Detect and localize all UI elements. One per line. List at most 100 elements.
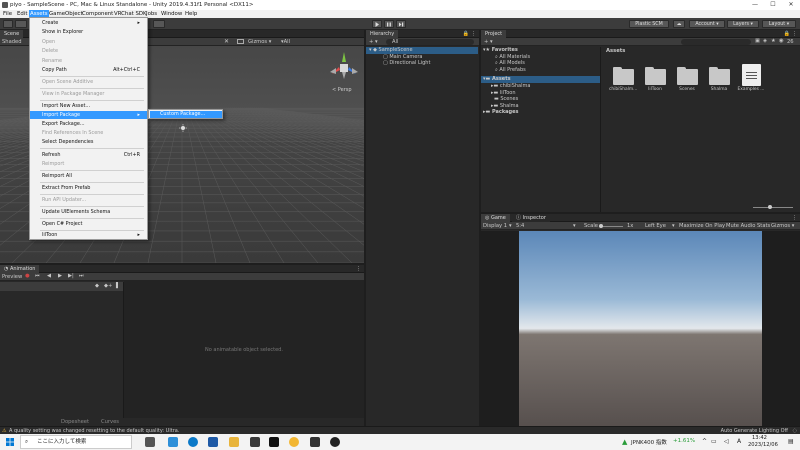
game-viewport[interactable]	[519, 231, 762, 426]
store-icon[interactable]	[250, 437, 260, 447]
menu-item-view-in-package-manager[interactable]: View in Package Manager	[30, 90, 147, 98]
preview-button[interactable]: Preview	[2, 274, 22, 280]
layout-dropdown[interactable]: Layout ▾	[762, 20, 796, 28]
menu-file[interactable]: File	[2, 10, 13, 18]
menu-edit[interactable]: Edit	[16, 10, 28, 18]
label-icon[interactable]: ◈	[763, 38, 767, 44]
menu-item-refresh[interactable]: Refresh Ctrl+R	[30, 151, 147, 159]
clock-time[interactable]: 13:42	[752, 435, 767, 441]
maximize-on-play-toggle[interactable]: Maximize On Play	[679, 223, 725, 229]
search-filter[interactable]: ▾All	[281, 39, 290, 45]
tab-hierarchy[interactable]: Hierarchy	[366, 30, 399, 38]
menu-item-open[interactable]: Open	[30, 38, 147, 46]
menu-item-rename[interactable]: Rename	[30, 57, 147, 65]
kebab-menu-icon[interactable]: ⋮	[792, 215, 797, 221]
favorites-all-materials[interactable]: ⌕ All Materials	[483, 54, 600, 61]
first-key-icon[interactable]: ⏮	[35, 273, 40, 280]
dopesheet-area[interactable]: No animatable object selected.	[124, 281, 364, 418]
tab-inspector[interactable]: ⓘ Inspector	[512, 214, 550, 222]
slider-handle[interactable]	[768, 205, 772, 209]
record-icon[interactable]: ●	[25, 273, 30, 279]
last-key-icon[interactable]: ⏭	[79, 273, 84, 280]
tools-icon[interactable]: ✕	[224, 38, 229, 45]
tab-animation[interactable]: ◔ Animation	[0, 265, 40, 273]
menu-item-reimport[interactable]: Reimport	[30, 160, 147, 168]
maximize-button[interactable]: ☐	[764, 0, 782, 10]
slider-handle[interactable]	[599, 224, 603, 228]
project-add-button[interactable]: + ▾	[484, 39, 493, 45]
tree-item-shalma[interactable]: ▸▬ Shalma	[483, 103, 600, 110]
volume-icon[interactable]: ◁	[724, 438, 729, 445]
kebab-menu-icon[interactable]: ⋮	[471, 31, 476, 37]
favorites-all-prefabs[interactable]: ⌕ All Prefabs	[483, 67, 600, 74]
menu-item-open-scene-additive[interactable]: Open Scene Additive	[30, 78, 147, 86]
kebab-menu-icon[interactable]: ⋮	[356, 266, 361, 272]
prev-key-icon[interactable]: ◀	[47, 273, 51, 279]
folder-icon[interactable]	[613, 67, 634, 85]
stats-toggle[interactable]: Stats	[757, 223, 770, 229]
document-icon[interactable]	[742, 64, 761, 86]
app-icon[interactable]	[330, 437, 340, 447]
hierarchy-item-main-camera[interactable]: ▢ Main Camera	[369, 54, 477, 61]
tree-item-chibishalma[interactable]: ▸▬ chibiShalma	[483, 83, 600, 90]
packages-item[interactable]: ▸▬ Packages	[483, 109, 600, 116]
curves-tab[interactable]: Curves	[90, 418, 130, 426]
lock-icon[interactable]: 🔒	[784, 31, 790, 37]
tray-chevron-icon[interactable]: ^	[702, 438, 707, 445]
unity-hub-icon[interactable]	[269, 437, 279, 447]
aspect-dropdown-arrow[interactable]: ▾	[573, 223, 576, 229]
icon-size-slider[interactable]	[753, 207, 793, 208]
menu-item-custom-package[interactable]: Custom Package...	[150, 111, 222, 118]
stock-name[interactable]: JPNK400 指数	[631, 438, 667, 446]
gizmos-dropdown[interactable]: Gizmos ▾	[771, 223, 794, 229]
folder-icon[interactable]	[677, 67, 698, 85]
filter-icon[interactable]: ▣	[755, 38, 760, 44]
menu-item-extract-from-prefab[interactable]: Extract From Prefab	[30, 184, 147, 192]
layers-dropdown[interactable]: Layers ▾	[727, 20, 759, 28]
menu-item-run-api-updater[interactable]: Run API Updater...	[30, 196, 147, 204]
minimize-button[interactable]: —	[746, 0, 764, 10]
favorites-item[interactable]: ▾★ Favorites	[483, 47, 600, 54]
display-dropdown-arrow[interactable]: ▾	[509, 223, 512, 229]
move-tool-button[interactable]	[15, 20, 27, 28]
menu-item-liltoon[interactable]: lilToon ▸	[30, 231, 147, 239]
menu-item-copy-path[interactable]: Copy Path Alt+Ctrl+C	[30, 66, 147, 74]
menu-item-reimport-all[interactable]: Reimport All	[30, 172, 147, 180]
folder-icon[interactable]	[645, 67, 666, 85]
display-dropdown[interactable]: Display 1	[483, 223, 507, 229]
aspect-dropdown[interactable]: 5:4	[516, 223, 524, 229]
taskbar-search-input[interactable]: ⌕ ここに入力して検索	[20, 435, 132, 449]
ime-icon[interactable]: A	[737, 438, 741, 445]
menu-item-show-in-explorer[interactable]: Show in Explorer	[30, 28, 147, 36]
play-button[interactable]	[372, 20, 382, 28]
menu-item-delete[interactable]: Delete	[30, 47, 147, 55]
shading-mode[interactable]: Shaded	[2, 39, 22, 45]
step-button[interactable]	[396, 20, 406, 28]
menu-item-update-uielements-schema[interactable]: Update UIElements Schema	[30, 208, 147, 216]
task-view-icon[interactable]	[145, 437, 155, 447]
pause-button[interactable]	[384, 20, 394, 28]
windows-start-icon[interactable]	[6, 438, 14, 446]
menu-window[interactable]: Window	[160, 10, 183, 18]
unity-editor-icon[interactable]	[310, 437, 320, 447]
hierarchy-search-input[interactable]: All	[386, 39, 474, 45]
lock-icon[interactable]: 🔒	[463, 31, 469, 37]
menu-item-open-csharp-project[interactable]: Open C# Project	[30, 220, 147, 228]
project-search-input[interactable]	[681, 39, 751, 45]
tab-scene[interactable]: Scene	[0, 30, 24, 38]
hierarchy-add-button[interactable]: + ▾	[369, 39, 378, 45]
plastic-scm-button[interactable]: Plastic SCM	[629, 20, 669, 28]
menu-item-select-dependencies[interactable]: Select Dependencies	[30, 138, 147, 146]
hierarchy-item-directional-light[interactable]: ▢ Directional Light	[369, 60, 477, 67]
cloud-button[interactable]: ☁	[673, 20, 685, 28]
eye-dropdown-arrow[interactable]: ▾	[672, 223, 675, 229]
file-explorer-icon[interactable]	[229, 437, 239, 447]
next-key-icon[interactable]: ▶|	[68, 273, 74, 279]
tree-item-scenes[interactable]: ▬ Scenes	[483, 96, 600, 103]
tree-item-liltoon[interactable]: ▸▬ lilToon	[483, 90, 600, 97]
folder-icon[interactable]	[709, 67, 730, 85]
network-icon[interactable]: ▭	[711, 438, 717, 445]
timeline-ruler[interactable]	[124, 273, 364, 281]
menu-item-create[interactable]: Create ▸	[30, 19, 147, 27]
gizmos-dropdown[interactable]: Gizmos ▾	[248, 39, 271, 45]
